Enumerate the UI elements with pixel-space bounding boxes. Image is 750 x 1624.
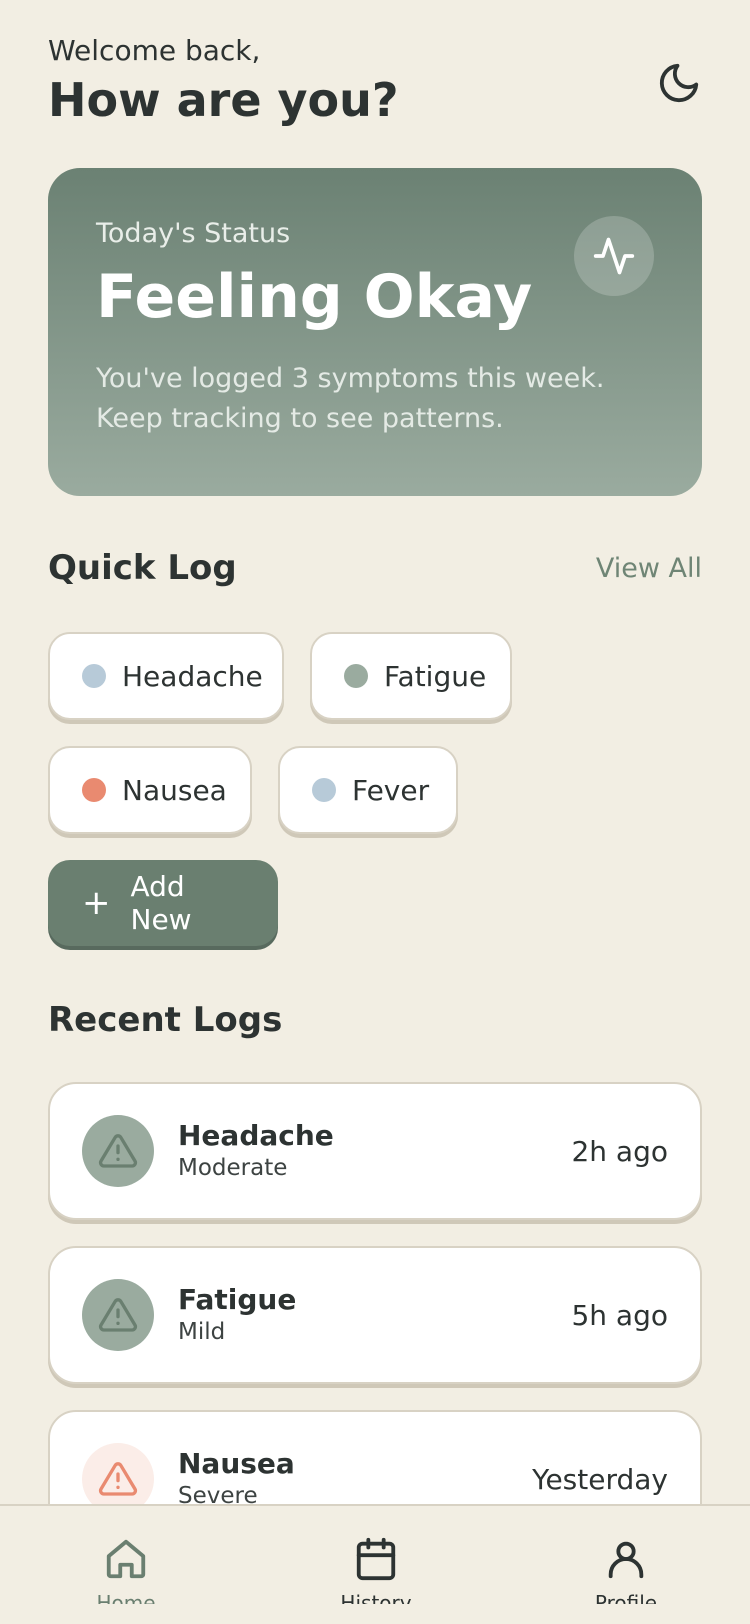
- recent-logs-header: Recent Logs: [48, 1000, 702, 1040]
- quick-log-title: Quick Log: [48, 548, 237, 588]
- activity-icon: [574, 216, 654, 296]
- chip-color-dot: [82, 664, 106, 688]
- nav-item-history[interactable]: History: [316, 1536, 436, 1604]
- warning-icon: [82, 1115, 154, 1187]
- add-new-button[interactable]: + Add New: [48, 860, 278, 946]
- bottom-nav: Home History Profile: [0, 1504, 750, 1624]
- header: Welcome back, How are you?: [48, 34, 702, 134]
- log-symptom-name: Nausea: [178, 1447, 295, 1480]
- add-new-label: Add New: [130, 870, 192, 936]
- home-icon: [106, 1539, 146, 1579]
- quick-log-chip-nausea[interactable]: Nausea: [48, 746, 252, 834]
- user-icon: [608, 1541, 644, 1579]
- nav-item-profile[interactable]: Profile: [566, 1536, 686, 1604]
- log-symptom-name: Headache: [178, 1119, 334, 1152]
- status-title: Feeling Okay: [96, 262, 533, 332]
- quick-log-header: Quick Log View All: [48, 548, 702, 588]
- log-symptom-name: Fatigue: [178, 1283, 297, 1316]
- chip-color-dot: [344, 664, 368, 688]
- warning-icon: [82, 1279, 154, 1351]
- chip-color-dot: [82, 778, 106, 802]
- log-time: Yesterday: [532, 1462, 668, 1496]
- log-time: 2h ago: [571, 1134, 668, 1168]
- status-description: You've logged 3 symptoms this week. Keep…: [96, 363, 605, 434]
- nav-label: Home: [96, 1591, 156, 1604]
- recent-log-item[interactable]: Headache Moderate 2h ago: [48, 1082, 702, 1220]
- log-severity: Moderate: [178, 1155, 288, 1181]
- calendar-icon: [356, 1537, 396, 1581]
- chip-label: Headache: [122, 659, 263, 693]
- chip-label: Fatigue: [384, 659, 487, 693]
- page-title: How are you?: [48, 73, 399, 127]
- log-severity: Mild: [178, 1319, 226, 1345]
- welcome-text: Welcome back,: [48, 34, 261, 67]
- quick-log-chip-fatigue[interactable]: Fatigue: [310, 632, 512, 720]
- moon-icon[interactable]: [656, 60, 702, 106]
- nav-label: Profile: [594, 1591, 658, 1604]
- plus-icon: +: [82, 883, 111, 923]
- recent-log-item[interactable]: Fatigue Mild 5h ago: [48, 1246, 702, 1384]
- view-all-link[interactable]: View All: [596, 553, 702, 584]
- nav-item-home[interactable]: Home: [66, 1536, 186, 1604]
- recent-logs-title: Recent Logs: [48, 1000, 283, 1040]
- status-card: Today's Status Feeling Okay You've logge…: [48, 168, 702, 496]
- status-label: Today's Status: [96, 218, 291, 249]
- chip-color-dot: [312, 778, 336, 802]
- quick-log-chip-headache[interactable]: Headache: [48, 632, 284, 720]
- quick-log-chip-fever[interactable]: Fever: [278, 746, 458, 834]
- chip-label: Nausea: [122, 773, 227, 807]
- log-time: 5h ago: [571, 1298, 668, 1332]
- chip-label: Fever: [352, 773, 430, 807]
- nav-label: History: [340, 1591, 412, 1604]
